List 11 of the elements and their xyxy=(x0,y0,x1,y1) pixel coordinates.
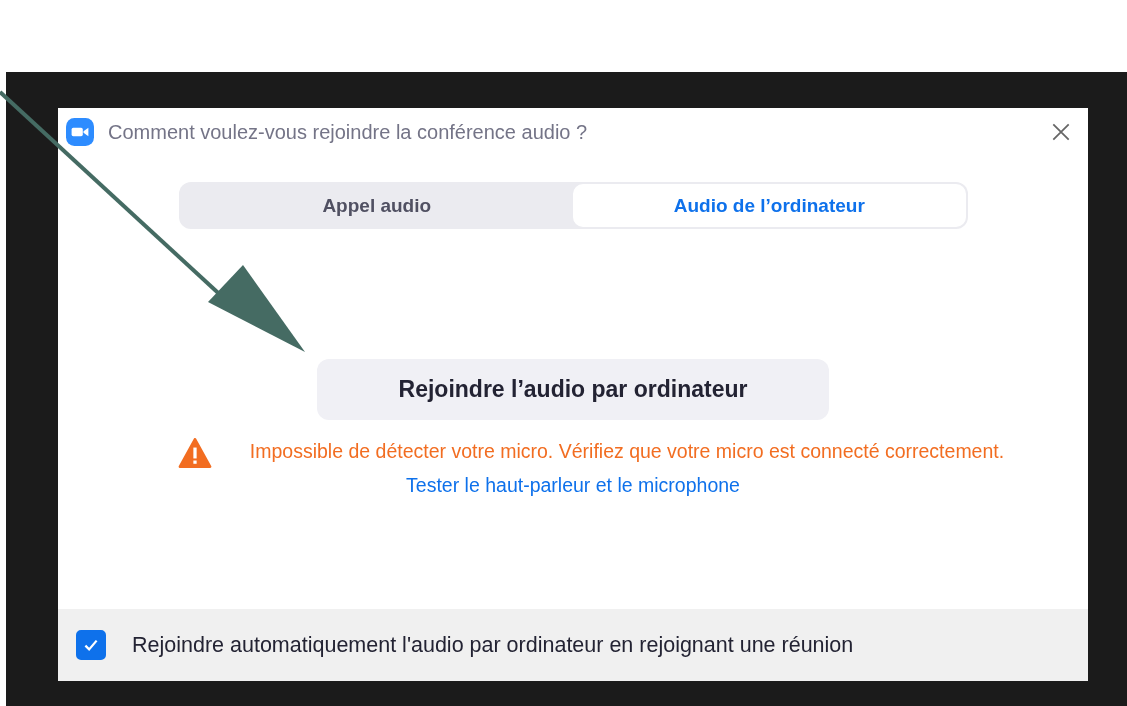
warning-message: Impossible de détecter votre micro. Vérifiez que votre micro est connecté correctement. xyxy=(248,439,1006,464)
checkbox[interactable] xyxy=(76,630,106,660)
dialog-title: Comment voulez-vous rejoindre la conférence audio ? xyxy=(108,120,589,144)
close-icon[interactable] xyxy=(1050,121,1072,143)
warning-icon xyxy=(178,438,212,468)
tab[interactable]: Appel audio xyxy=(180,184,573,227)
video-camera-icon xyxy=(66,118,94,146)
test-speaker-link[interactable]: Tester le haut-parleur et le microphone xyxy=(406,474,740,497)
tab[interactable]: Audio de l’ordinateur xyxy=(573,184,966,227)
auto-join-label: Rejoindre automatiquement l'audio par ordinateur en rejoignant une réunion xyxy=(132,632,854,658)
join-audio-button[interactable]: Rejoindre l’audio par ordinateur xyxy=(317,359,829,420)
